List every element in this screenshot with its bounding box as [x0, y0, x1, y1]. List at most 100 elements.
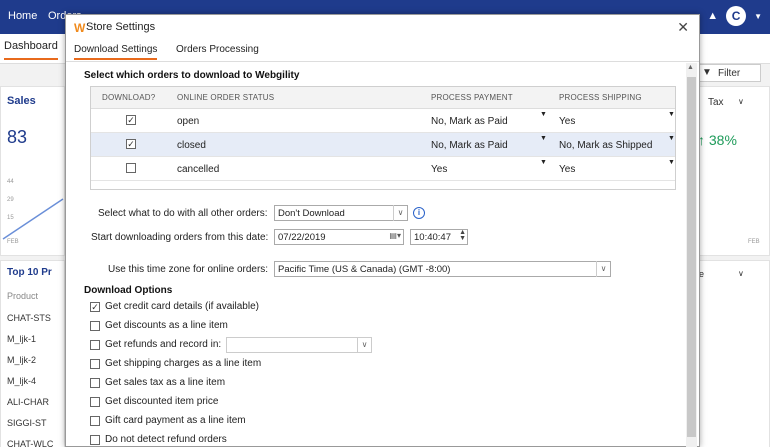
order-status-grid: DOWNLOAD? ONLINE ORDER STATUS PROCESS PA…	[90, 86, 676, 190]
tax-label: Tax	[708, 97, 724, 108]
top-products-card: Top 10 Pr Product CHAT-STS M_ljk-1 M_ljk…	[0, 260, 65, 447]
avatar[interactable]: C	[726, 6, 747, 26]
start-date-input[interactable]: 07/22/2019 ▤▾	[274, 229, 404, 245]
dialog-title: Store Settings	[86, 21, 156, 33]
dialog-title-bar: W Store Settings ✕	[66, 15, 699, 39]
other-orders-select[interactable]: Don't Download ∨	[274, 205, 408, 221]
store-settings-dialog: W Store Settings ✕ Download Settings Ord…	[65, 14, 700, 447]
dropdown-arrow-icon[interactable]: ▼	[668, 111, 675, 118]
chevron-down-icon[interactable]: ∨	[738, 97, 744, 106]
option-label: Get shipping charges as a line item	[105, 358, 262, 369]
option-label: Get sales tax as a line item	[105, 377, 226, 388]
chevron-down-icon[interactable]: ∨	[357, 337, 371, 353]
table-row[interactable]: ✓ open No, Mark as Paid ▼ Yes ▼	[91, 109, 675, 133]
sales-value: 83	[7, 127, 28, 147]
option-checkbox[interactable]	[90, 340, 100, 350]
chevron-down-icon[interactable]: ∨	[738, 269, 744, 278]
scrollbar-thumb[interactable]	[687, 77, 696, 437]
refunds-record-select[interactable]: ∨	[226, 337, 372, 353]
dashboard-left-panel: Sales 83 44 29 15 FEB Top 10 Pr Product …	[0, 64, 65, 447]
dropdown-arrow-icon[interactable]: ▼	[668, 135, 675, 142]
timezone-label: Use this time zone for online orders:	[108, 264, 269, 275]
option-label: Get credit card details (if available)	[105, 301, 259, 312]
chevron-down-icon[interactable]: ∨	[393, 205, 407, 221]
start-time-value: 10:40:47	[414, 232, 451, 243]
dialog-content: Select which orders to download to Webgi…	[66, 63, 686, 447]
option-checkbox[interactable]	[90, 378, 100, 388]
process-shipping-select[interactable]: Yes	[559, 164, 575, 175]
option-checkbox[interactable]	[90, 397, 100, 407]
option-label: Do not detect refund orders	[105, 434, 227, 445]
start-date-value: 07/22/2019	[278, 232, 326, 243]
option-checkbox[interactable]: ✓	[90, 302, 100, 312]
tab-download-settings[interactable]: Download Settings	[74, 44, 158, 60]
chevron-down-icon[interactable]: ∨	[596, 261, 610, 277]
tax-tick: FEB	[748, 239, 760, 245]
download-checkbox[interactable]: ✓	[126, 139, 136, 149]
option-checkbox[interactable]	[90, 416, 100, 426]
start-time-input[interactable]: 10:40:47 ▲ ▼	[410, 229, 468, 245]
list-item[interactable]: M_ljk-1	[7, 334, 36, 344]
tab-dashboard[interactable]: Dashboard	[4, 40, 58, 60]
option-checkbox[interactable]	[90, 321, 100, 331]
filter-icon: ▼	[702, 67, 712, 78]
filter-label: Filter	[718, 68, 741, 79]
list-item[interactable]: CHAT-WLC	[7, 439, 53, 447]
calendar-icon[interactable]: ▤▾	[389, 231, 401, 240]
order-status-cell: closed	[177, 140, 206, 151]
option-label: Get discounts as a line item	[105, 320, 228, 331]
dropdown-arrow-icon[interactable]: ▼	[668, 159, 675, 166]
other-orders-value: Don't Download	[278, 208, 345, 219]
dialog-tabs: Download Settings Orders Processing	[66, 39, 699, 62]
time-spinner-icon[interactable]: ▲ ▼	[459, 229, 466, 242]
process-payment-select[interactable]: No, Mark as Paid	[431, 140, 508, 151]
order-status-cell: open	[177, 116, 200, 127]
tab-orders-processing[interactable]: Orders Processing	[176, 44, 259, 55]
table-row[interactable]: cancelled Yes ▼ Yes ▼	[91, 157, 675, 181]
chevron-down-icon[interactable]: ▼	[754, 12, 762, 21]
top-products-title: Top 10 Pr	[7, 267, 52, 278]
close-icon[interactable]: ✕	[677, 19, 689, 36]
process-shipping-select[interactable]: No, Mark as Shipped	[559, 140, 652, 151]
table-row[interactable]: ✓ closed No, Mark as Paid ▼ No, Mark as …	[91, 133, 675, 157]
scroll-up-icon[interactable]: ▲	[687, 64, 694, 71]
info-icon[interactable]: i	[413, 207, 425, 219]
bell-icon[interactable]: ▲	[707, 10, 718, 22]
webgility-logo-icon: W	[74, 21, 86, 35]
list-item[interactable]: CHAT-STS	[7, 313, 51, 323]
download-options-title: Download Options	[84, 285, 173, 296]
option-checkbox[interactable]	[90, 359, 100, 369]
sales-tick: 44	[7, 179, 14, 185]
list-item[interactable]: SIGGI-ST	[7, 418, 47, 428]
dropdown-arrow-icon[interactable]: ▼	[540, 159, 547, 166]
grid-header: DOWNLOAD? ONLINE ORDER STATUS PROCESS PA…	[91, 87, 675, 109]
nav-home[interactable]: Home	[8, 10, 37, 22]
order-status-cell: cancelled	[177, 164, 220, 175]
process-payment-select[interactable]: Yes	[431, 164, 447, 175]
process-shipping-select[interactable]: Yes	[559, 116, 575, 127]
download-checkbox[interactable]: ✓	[126, 115, 136, 125]
dropdown-arrow-icon[interactable]: ▼	[540, 111, 547, 118]
list-item[interactable]: M_ljk-2	[7, 355, 36, 365]
filter-button[interactable]: ▼ Filter	[695, 64, 761, 82]
other-orders-label: Select what to do with all other orders:	[98, 208, 268, 219]
list-item[interactable]: M_ljk-4	[7, 376, 36, 386]
sales-card: Sales 83 44 29 15 FEB	[0, 86, 65, 256]
timezone-value: Pacific Time (US & Canada) (GMT -8:00)	[278, 264, 451, 275]
tax-change: ↑ 38%	[698, 132, 737, 148]
list-item[interactable]: ALI-CHAR	[7, 397, 49, 407]
section-title: Select which orders to download to Webgi…	[84, 70, 300, 81]
option-checkbox[interactable]	[90, 435, 100, 445]
product-column-header: Product	[7, 291, 39, 301]
process-payment-select[interactable]: No, Mark as Paid	[431, 116, 508, 127]
column-header: ONLINE ORDER STATUS	[177, 93, 275, 102]
sales-title: Sales	[7, 95, 36, 107]
download-checkbox[interactable]	[126, 163, 136, 173]
dropdown-arrow-icon[interactable]: ▼	[540, 135, 547, 142]
option-label: Get refunds and record in:	[105, 339, 222, 350]
sales-trend-line	[2, 198, 64, 240]
dialog-scrollbar[interactable]: ▲	[686, 63, 697, 447]
option-label: Gift card payment as a line item	[105, 415, 246, 426]
timezone-select[interactable]: Pacific Time (US & Canada) (GMT -8:00) ∨	[274, 261, 611, 277]
column-header: PROCESS PAYMENT	[431, 93, 513, 102]
